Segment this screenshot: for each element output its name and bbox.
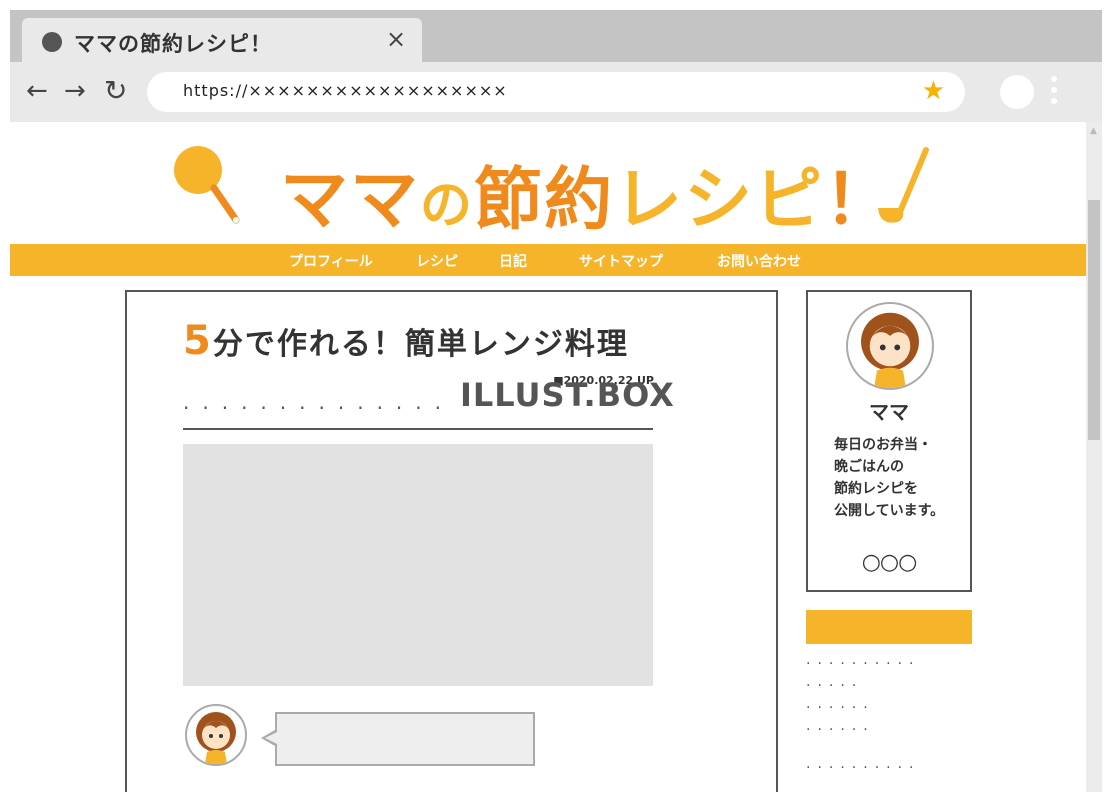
nav-diary[interactable]: 日記	[499, 251, 527, 271]
sidebar-line[interactable]: ......	[806, 718, 875, 734]
bookmark-star-icon[interactable]: ★	[922, 76, 945, 106]
nav-contact[interactable]: お問い合わせ	[717, 251, 801, 271]
logo-char: 約	[544, 161, 615, 240]
sidebar-line[interactable]: ......	[806, 696, 875, 712]
reload-icon[interactable]: ↻	[104, 76, 127, 106]
sidebar-heading-bar	[806, 610, 972, 644]
logo-char: レ	[614, 161, 685, 240]
scroll-thumb[interactable]	[1088, 200, 1100, 440]
speech-bubble	[275, 712, 535, 766]
logo-char: シ	[684, 161, 755, 240]
article-card: 5分で作れる！簡単レンジ料理 ■2020.02.22 UP ..........…	[125, 290, 778, 792]
title-number: 5	[183, 318, 213, 364]
watermark-text: ILLUST.BOX	[460, 376, 675, 414]
close-tab-icon[interactable]: ×	[386, 25, 406, 53]
site-logo[interactable]: ママの節約レシピ！	[170, 142, 950, 240]
sidebar-line[interactable]: .....	[806, 674, 863, 690]
frying-pan-icon	[174, 146, 240, 224]
logo-char: マ	[280, 161, 351, 240]
sidebar-line[interactable]: ..........	[806, 652, 921, 668]
comment-avatar	[185, 704, 247, 766]
bubble-tail-inner	[265, 732, 277, 744]
profile-card: ママ 毎日のお弁当・ 晩ごはんの 節約レシピを 公開しています。 ○○○	[806, 290, 972, 592]
url-text: https://××××××××××××××××××	[183, 81, 508, 100]
browser-toolbar: ← → ↻ https://×××××××××××××××××× ★	[10, 62, 1102, 122]
menu-kebab-icon[interactable]	[1051, 76, 1059, 109]
page-viewport: ママの節約レシピ！ プロフィール レシピ 日記 サイトマップ お問い合わせ 5分…	[10, 122, 1086, 792]
scrollbar[interactable]: ▲	[1086, 122, 1102, 792]
logo-char: 節	[474, 161, 545, 240]
profile-bio: 毎日のお弁当・ 晩ごはんの 節約レシピを 公開しています。	[834, 437, 945, 519]
logo-char: の	[420, 176, 475, 236]
dotted-divider: ..............	[183, 390, 455, 414]
profile-links[interactable]: ○○○	[808, 550, 970, 575]
profile-avatar	[846, 302, 934, 390]
logo-char: マ	[350, 161, 421, 240]
tab-title: ママの節約レシピ！	[74, 32, 272, 56]
site-nav: プロフィール レシピ 日記 サイトマップ お問い合わせ	[10, 244, 1086, 276]
address-bar[interactable]: https://×××××××××××××××××× ★	[147, 72, 965, 112]
article-title: 5分で作れる！簡単レンジ料理	[183, 318, 629, 364]
profile-name: ママ	[869, 400, 909, 424]
nav-recipe[interactable]: レシピ	[416, 251, 458, 271]
back-icon[interactable]: ←	[26, 76, 48, 106]
nav-profile[interactable]: プロフィール	[289, 251, 373, 271]
scroll-up-icon[interactable]: ▲	[1090, 126, 1097, 136]
mom-face-icon	[196, 712, 236, 764]
mom-face-icon	[861, 312, 919, 388]
title-text: 分で作れる！簡単レンジ料理	[212, 327, 629, 362]
article-image-placeholder	[183, 444, 653, 686]
nav-sitemap[interactable]: サイトマップ	[579, 251, 663, 271]
logo-text: ママの節約レシピ！	[280, 144, 894, 243]
ladle-icon	[878, 147, 929, 223]
logo-char: ピ	[754, 161, 825, 240]
profile-icon[interactable]	[1000, 75, 1034, 109]
favicon-icon	[42, 32, 62, 52]
browser-tab[interactable]: ママの節約レシピ！ ×	[22, 18, 422, 62]
title-underline	[183, 428, 653, 430]
forward-icon[interactable]: →	[64, 76, 86, 106]
sidebar-line[interactable]: ..........	[806, 756, 921, 772]
